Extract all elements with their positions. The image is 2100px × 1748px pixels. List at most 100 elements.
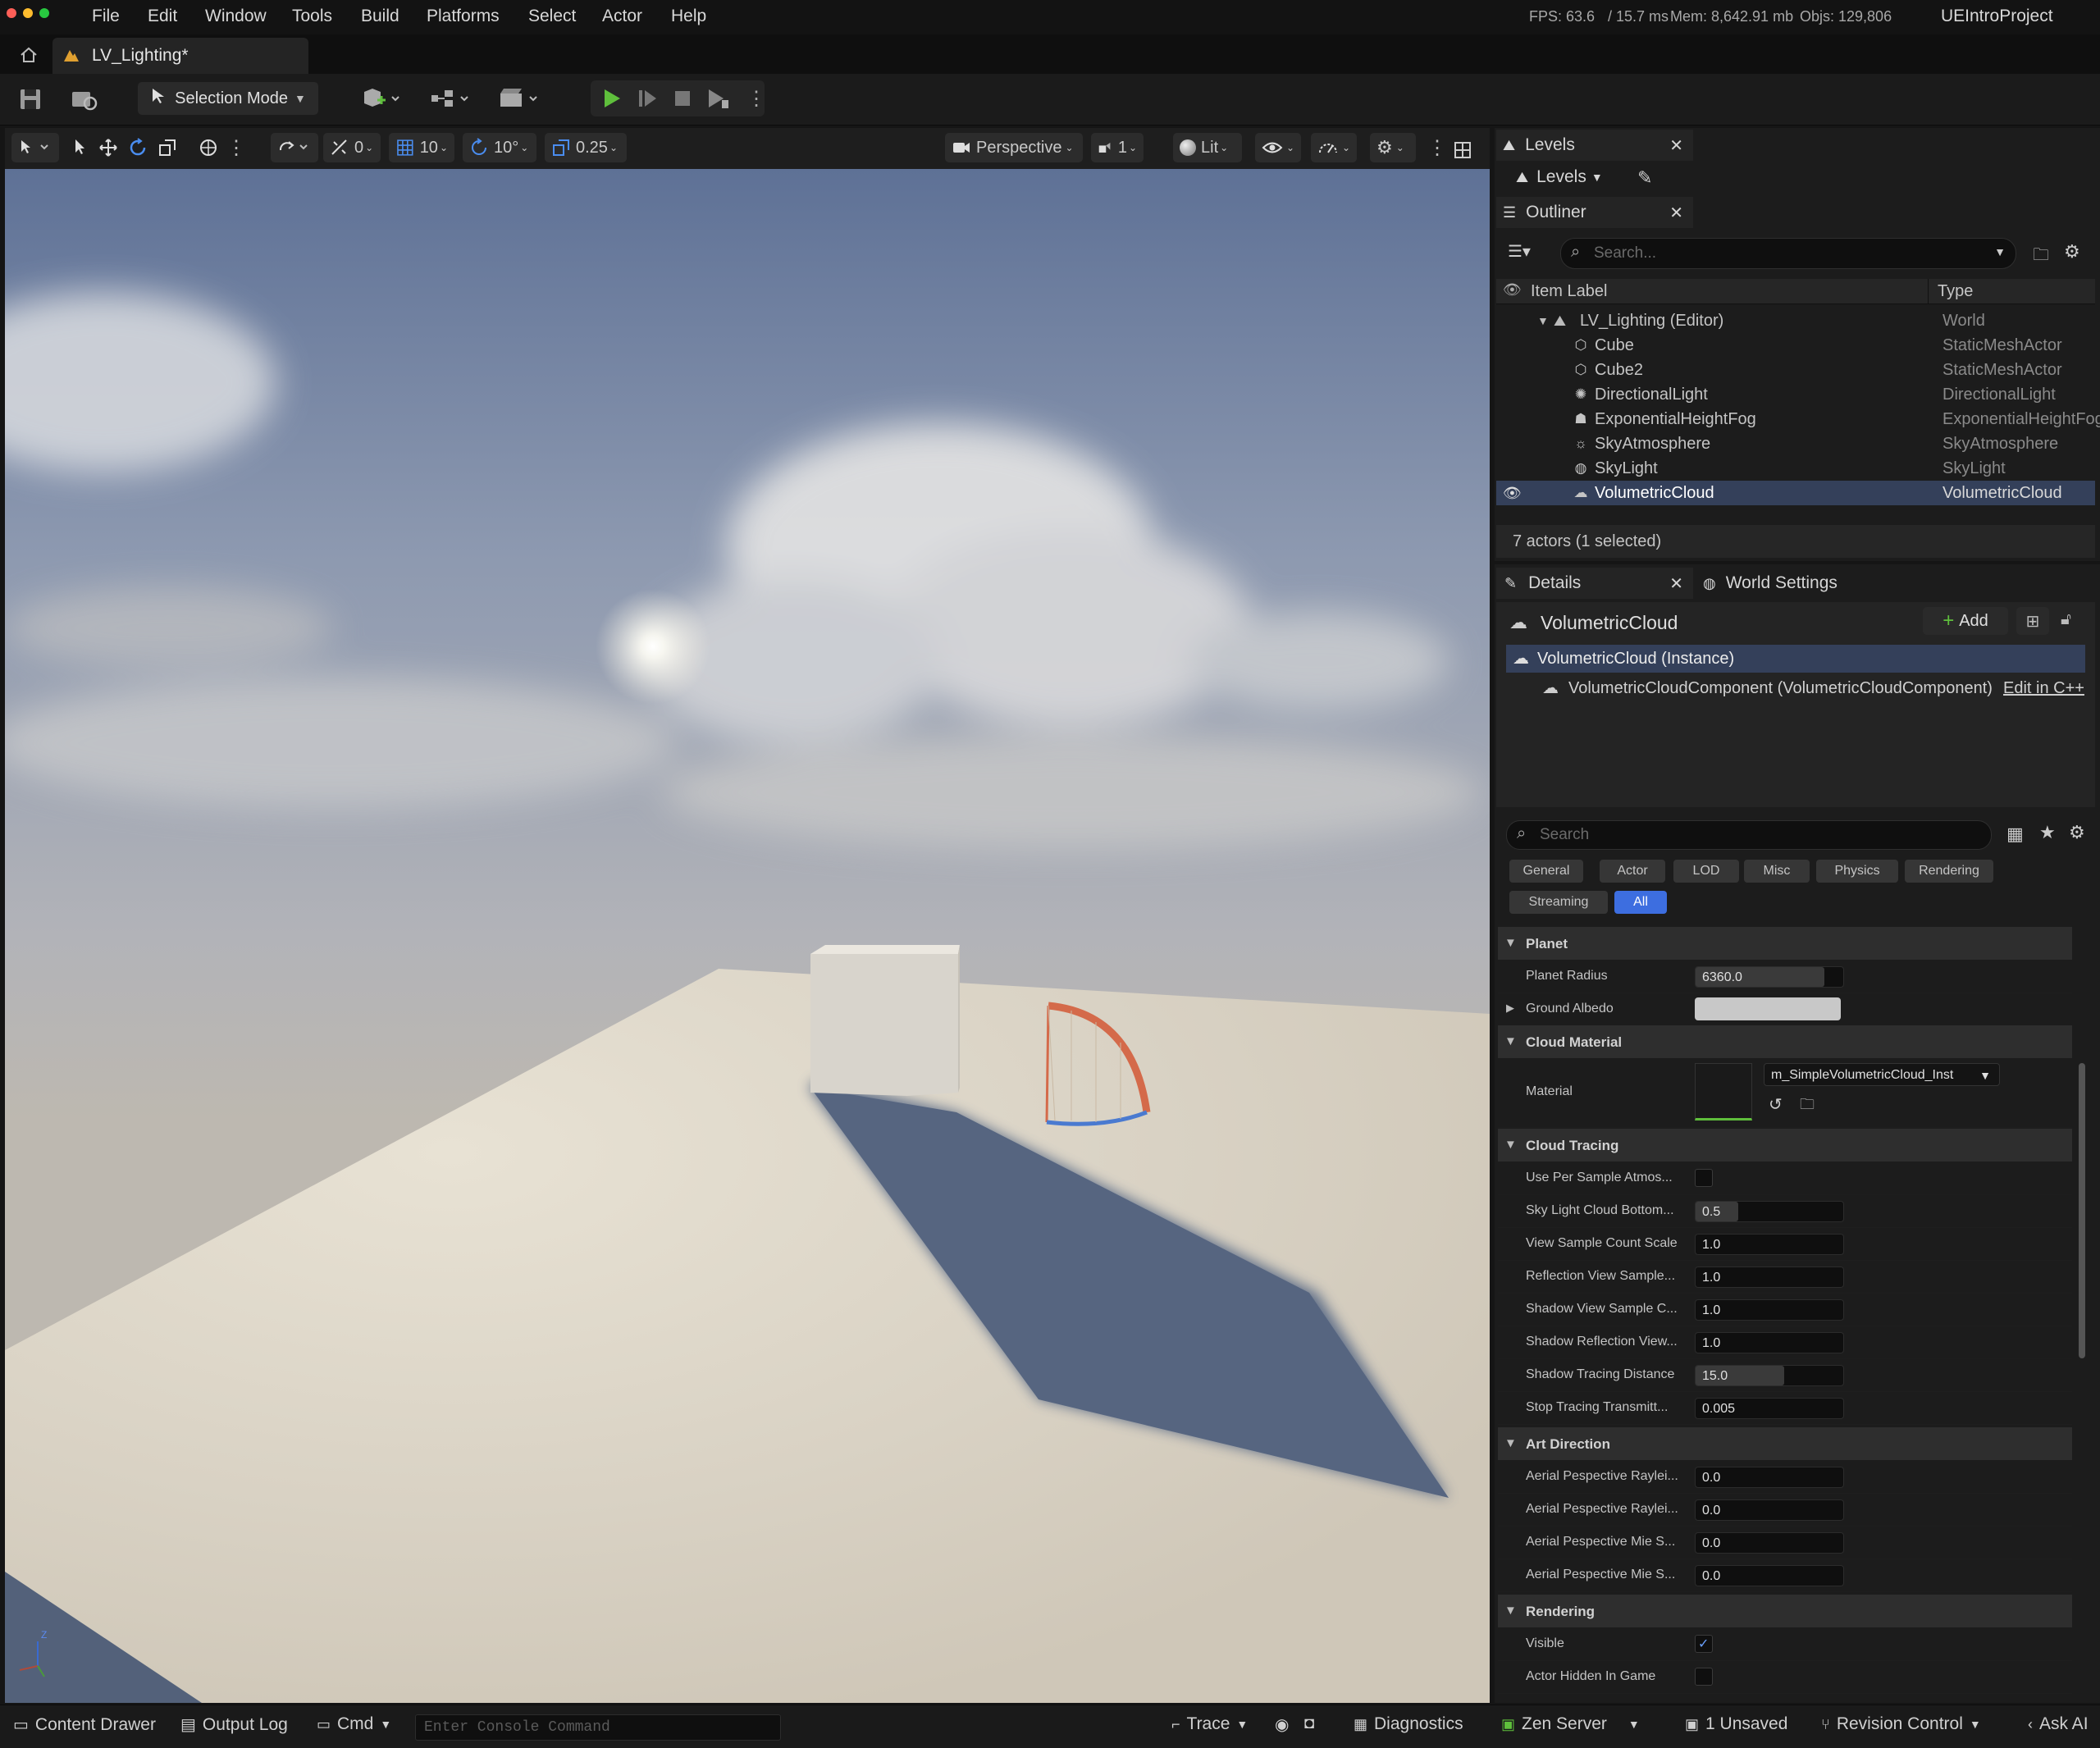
advance-frame-icon[interactable] <box>637 87 660 114</box>
outliner-tab[interactable]: ☰ Outliner ✕ <box>1496 197 1693 228</box>
property-value-input[interactable]: 6360.0 <box>1695 966 1844 988</box>
selection-mode-dropdown[interactable]: Selection Mode ▼ <box>138 82 318 115</box>
menu-help[interactable]: Help <box>671 7 706 26</box>
property-matrix-icon[interactable]: ▦ <box>2006 824 2024 845</box>
zen-server-dropdown[interactable]: ▣ Zen Server ▼ <box>1501 1714 1640 1734</box>
property-value-input[interactable]: 1.0 <box>1695 1332 1844 1353</box>
close-window-icon[interactable] <box>7 8 16 18</box>
filter-rendering[interactable]: Rendering <box>1905 860 1993 883</box>
translate-tool-icon[interactable] <box>98 138 118 162</box>
filter-all[interactable]: All <box>1614 891 1667 914</box>
actor-name[interactable]: VolumetricCloud <box>1541 612 1678 634</box>
details-tab[interactable]: ✎ Details ✕ <box>1496 568 1693 599</box>
outliner-filter-icon[interactable]: ☰▾ <box>1508 241 1531 262</box>
property-checkbox[interactable] <box>1695 1169 1713 1187</box>
content-drawer-button[interactable]: ▭ Content Drawer <box>13 1714 156 1735</box>
levels-dropdown[interactable]: ⛰ Levels ▼ <box>1516 167 1603 187</box>
output-log-button[interactable]: ▤ Output Log <box>180 1714 288 1735</box>
outliner-row-cube2[interactable]: ⬡ Cube2 StaticMeshActor <box>1496 358 2095 382</box>
property-value-input[interactable]: 1.0 <box>1695 1234 1844 1255</box>
visibility-eye-icon[interactable]: 👁 <box>1503 485 1522 502</box>
menu-window[interactable]: Window <box>205 7 267 26</box>
blueprint-icon[interactable]: ⊞ <box>2016 607 2049 635</box>
scale-snap-toggle[interactable]: 0.25 ⌄ <box>545 133 627 162</box>
performance-dropdown[interactable]: ⌄ <box>1311 133 1357 162</box>
grid-snap-toggle[interactable]: 10 ⌄ <box>389 133 454 162</box>
show-flags-dropdown[interactable]: ⌄ <box>1255 133 1301 162</box>
outliner-row-cube[interactable]: ⬡ Cube StaticMeshActor <box>1496 333 2095 358</box>
property-value-input[interactable]: 0.0 <box>1695 1467 1844 1488</box>
view-mode-dropdown[interactable]: Lit ⌄ <box>1173 133 1242 162</box>
play-icon[interactable] <box>600 87 623 114</box>
layout-icon[interactable] <box>1454 141 1472 163</box>
edit-in-cpp-link[interactable]: Edit in C++ <box>2003 679 2084 698</box>
column-type[interactable]: Type <box>1938 282 1973 301</box>
material-thumbnail[interactable] <box>1695 1063 1752 1120</box>
level-tab[interactable]: LV_Lighting* <box>52 38 308 74</box>
browse-material-icon[interactable]: 🗀 <box>1800 1094 1815 1119</box>
stop-icon[interactable] <box>671 87 694 114</box>
category-rendering[interactable]: ▼ Rendering <box>1498 1595 2072 1627</box>
close-details-tab-icon[interactable]: ✕ <box>1669 573 1683 594</box>
property-value-input[interactable]: 0.0 <box>1695 1565 1844 1586</box>
transform-mode-dropdown[interactable] <box>11 133 59 162</box>
outliner-settings-icon[interactable]: ⚙ <box>2064 241 2080 262</box>
levels-tab[interactable]: ⛰ Levels ✕ <box>1496 130 1693 161</box>
property-value-input[interactable]: 0.5 <box>1695 1201 1844 1222</box>
chevron-down-icon[interactable]: ▼ <box>1994 245 2006 258</box>
menu-select[interactable]: Select <box>528 7 576 26</box>
property-value-input[interactable]: 0.005 <box>1695 1398 1844 1419</box>
perspective-dropdown[interactable]: Perspective ⌄ <box>945 133 1083 162</box>
details-scrollbar[interactable] <box>2079 1063 2085 1358</box>
close-levels-tab-icon[interactable]: ✕ <box>1669 135 1683 156</box>
surface-snap-dropdown[interactable] <box>271 133 318 162</box>
category-art-direction[interactable]: ▼ Art Direction <box>1498 1427 2072 1460</box>
revision-control-dropdown[interactable]: ⑂ Revision Control ▼ <box>1821 1714 1981 1734</box>
column-item-label[interactable]: Item Label <box>1531 282 1607 301</box>
filter-general[interactable]: General <box>1509 860 1583 883</box>
paint-level-icon[interactable]: ✎ <box>1637 167 1652 189</box>
property-value-input[interactable]: 1.0 <box>1695 1267 1844 1288</box>
outliner-row-exponentialheightfog[interactable]: ☗ ExponentialHeightFog ExponentialHeightFo… <box>1496 407 2100 431</box>
menu-tools[interactable]: Tools <box>292 7 332 26</box>
material-dropdown[interactable]: m_SimpleVolumetricCloud_Inst ▼ <box>1764 1063 2000 1086</box>
select-tool-icon[interactable] <box>72 138 90 162</box>
outliner-row-skylight[interactable]: ◍ SkyLight SkyLight <box>1496 456 2095 481</box>
add-actor-icon[interactable] <box>361 85 402 116</box>
filter-lod[interactable]: LOD <box>1673 860 1739 883</box>
reset-material-icon[interactable]: ↺ <box>1769 1094 1783 1115</box>
angle-snap-toggle[interactable]: 10° ⌄ <box>463 133 536 162</box>
menu-actor[interactable]: Actor <box>602 7 642 26</box>
outliner-row-world[interactable]: ▼ ⛰ LV_Lighting (Editor) World <box>1496 308 2095 333</box>
scale-tool-icon[interactable] <box>158 138 177 162</box>
ask-ai-button[interactable]: ‹ Ask AI <box>2028 1714 2089 1734</box>
property-value-input[interactable]: 1.0 <box>1695 1299 1844 1321</box>
menu-edit[interactable]: Edit <box>148 7 177 26</box>
camera-speed-dropdown[interactable]: 1 ⌄ <box>1091 133 1144 162</box>
component-row[interactable]: ☁ VolumetricCloudComponent (VolumetricCl… <box>1506 674 2085 702</box>
property-value-input[interactable]: 15.0 <box>1695 1365 1844 1386</box>
menu-file[interactable]: File <box>92 7 120 26</box>
cinematics-icon[interactable] <box>497 85 546 116</box>
filter-physics[interactable]: Physics <box>1816 860 1898 883</box>
property-checkbox[interactable] <box>1695 1668 1713 1686</box>
category-cloud-material[interactable]: ▼ Cloud Material <box>1498 1025 2072 1058</box>
screenshot-icon[interactable]: ◘ <box>1304 1714 1314 1733</box>
level-viewport[interactable]: Z <box>5 169 1490 1703</box>
expand-arrow-icon[interactable]: ▶ <box>1506 1002 1514 1015</box>
outliner-row-volumetriccloud[interactable]: 👁 ☁ VolumetricCloud VolumetricCloud <box>1496 481 2095 505</box>
outliner-search-input[interactable]: ⌕ Search... ▼ <box>1560 238 2016 269</box>
details-search-input[interactable]: ⌕ Search <box>1506 820 1992 850</box>
menu-platforms[interactable]: Platforms <box>427 7 500 26</box>
outliner-row-skyatmosphere[interactable]: ☼ SkyAtmosphere SkyAtmosphere <box>1496 431 2095 456</box>
viewport-options-icon[interactable]: ⋮ <box>1427 136 1447 160</box>
record-icon[interactable]: ◉ <box>1275 1714 1289 1735</box>
favorites-star-icon[interactable]: ★ <box>2039 822 2056 843</box>
maximize-window-icon[interactable] <box>39 8 49 18</box>
home-icon[interactable] <box>18 44 39 66</box>
category-planet[interactable]: ▼ Planet <box>1498 927 2072 960</box>
minimize-window-icon[interactable] <box>23 8 33 18</box>
lock-icon[interactable]: 🔓︎ <box>2061 610 2071 629</box>
trace-dropdown[interactable]: ⌐ Trace ▼ <box>1171 1714 1248 1734</box>
details-settings-icon[interactable]: ⚙ <box>2069 822 2085 843</box>
